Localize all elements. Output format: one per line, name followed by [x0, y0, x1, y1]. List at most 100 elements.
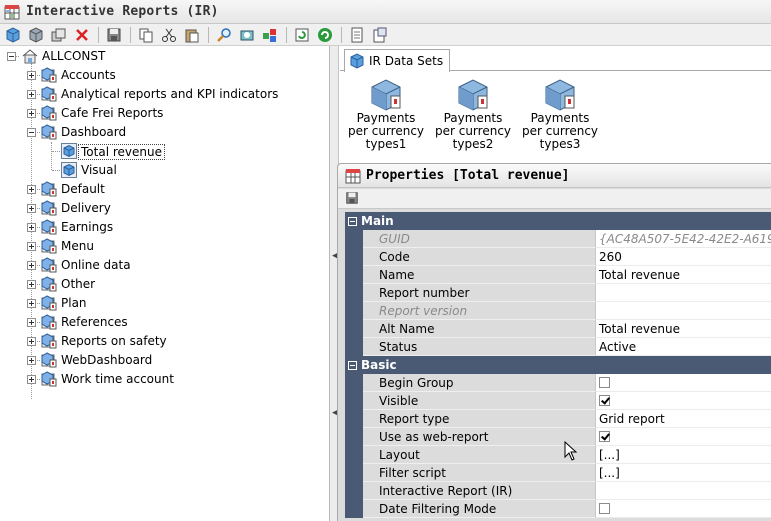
expand-icon[interactable] [27, 242, 36, 251]
report-folder-icon [41, 238, 57, 254]
database-icon[interactable] [26, 25, 46, 45]
category-label: Main [361, 214, 394, 228]
tree-item[interactable]: Menu [0, 237, 329, 256]
toolbar-separator [208, 26, 209, 43]
tree-item[interactable]: Analytical reports and KPI indicators [0, 85, 329, 104]
expand-icon[interactable] [27, 375, 36, 384]
property-value-text: Grid report [599, 411, 665, 426]
row-gutter [345, 230, 363, 248]
tree-item[interactable]: Accounts [0, 66, 329, 85]
report-folder-icon [41, 371, 57, 387]
delete-icon[interactable] [72, 25, 92, 45]
expand-icon[interactable] [27, 71, 36, 80]
expand-icon[interactable] [27, 318, 36, 327]
tree-child-label: Total revenue [78, 144, 165, 160]
copy-db-icon[interactable] [49, 25, 69, 45]
expand-icon[interactable] [27, 299, 36, 308]
save-icon[interactable] [345, 191, 359, 205]
tree-item[interactable]: Earnings [0, 218, 329, 237]
collapse-icon[interactable] [348, 216, 357, 226]
expand-icon[interactable] [27, 90, 36, 99]
report-folder-icon [41, 219, 57, 235]
refresh-icon[interactable] [292, 25, 312, 45]
tree-item[interactable]: Other [0, 275, 329, 294]
property-value[interactable] [595, 500, 771, 518]
tree-item-label: Online data [61, 258, 131, 272]
report-icon[interactable] [347, 25, 367, 45]
row-gutter [345, 302, 363, 320]
dataset-item[interactable]: Payments per currency types3 [518, 78, 602, 151]
sync-icon[interactable] [315, 25, 335, 45]
tree-item[interactable]: Online data [0, 256, 329, 275]
copy-icon[interactable] [136, 25, 156, 45]
expand-icon[interactable] [27, 204, 36, 213]
report-folder-icon [41, 276, 57, 292]
tree-child-item[interactable]: Total revenue [0, 142, 329, 161]
tree-item-label: References [61, 315, 128, 329]
tab-ir-data-sets[interactable]: IR Data Sets [344, 49, 451, 72]
checkbox-checked[interactable] [599, 431, 610, 442]
expand-icon[interactable] [27, 185, 36, 194]
collapse-icon[interactable] [7, 52, 16, 61]
report-folder-icon [41, 124, 57, 140]
checkbox-unchecked[interactable] [599, 503, 610, 514]
save-icon[interactable] [104, 25, 124, 45]
paste-icon[interactable] [182, 25, 202, 45]
tree-item[interactable]: WebDashboard [0, 351, 329, 370]
property-value[interactable] [595, 284, 771, 302]
property-name: Begin Group [363, 374, 595, 392]
right-panel: IR Data Sets Payments per currency types1 P… [337, 46, 771, 521]
property-value[interactable] [595, 374, 771, 392]
expand-icon[interactable] [27, 337, 36, 346]
expand-icon[interactable] [27, 261, 36, 270]
dataset-item[interactable]: Payments per currency types1 [344, 78, 428, 151]
property-value-text: [...] [599, 447, 620, 462]
checkbox-unchecked[interactable] [599, 377, 610, 388]
tree-item[interactable]: Default [0, 180, 329, 199]
tree-item[interactable]: Work time account [0, 370, 329, 389]
report-folder-icon [41, 105, 57, 121]
new-icon[interactable] [3, 25, 23, 45]
collapse-icon[interactable] [27, 128, 36, 137]
property-value[interactable] [595, 392, 771, 410]
category-basic[interactable]: Basic [345, 356, 771, 374]
tree-child-item[interactable]: Visual [0, 161, 329, 180]
property-value[interactable] [595, 482, 771, 500]
find-icon[interactable] [214, 25, 234, 45]
report-folder-icon [41, 86, 57, 102]
checkbox-checked[interactable] [599, 395, 610, 406]
property-value [595, 302, 771, 320]
tree-item[interactable]: References [0, 313, 329, 332]
tree-item[interactable]: Cafe Frei Reports [0, 104, 329, 123]
filter-icon[interactable] [237, 25, 257, 45]
cut-icon[interactable] [159, 25, 179, 45]
tree-item[interactable]: Reports on safety [0, 332, 329, 351]
expand-icon[interactable] [27, 280, 36, 289]
property-value[interactable]: [...] [595, 446, 771, 464]
property-value[interactable]: [...] [595, 464, 771, 482]
expand-icon[interactable] [27, 223, 36, 232]
dataset-item[interactable]: Payments per currency types2 [431, 78, 515, 151]
tree-root-label: ALLCONST [42, 49, 106, 63]
property-row: Code 260 [345, 248, 771, 266]
property-value[interactable]: 260 [595, 248, 771, 266]
property-value[interactable]: Total revenue [595, 266, 771, 284]
export-icon[interactable] [370, 25, 390, 45]
dataset-label: types1 [365, 137, 407, 151]
tree-root[interactable]: ALLCONST [0, 47, 329, 66]
tree-icon[interactable] [260, 25, 280, 45]
property-value[interactable] [595, 428, 771, 446]
properties-header: Properties [Total revenue] [338, 164, 771, 188]
tree-item[interactable]: Plan [0, 294, 329, 313]
collapse-icon[interactable] [348, 360, 357, 370]
tree-item[interactable]: Dashboard [0, 123, 329, 142]
property-name: Layout [363, 446, 595, 464]
row-gutter [345, 338, 363, 356]
category-main[interactable]: Main [345, 212, 771, 230]
expand-icon[interactable] [27, 356, 36, 365]
property-value[interactable]: Grid report [595, 410, 771, 428]
property-value[interactable]: Total revenue [595, 320, 771, 338]
property-value[interactable]: Active [595, 338, 771, 356]
tree-item[interactable]: Delivery [0, 199, 329, 218]
expand-icon[interactable] [27, 109, 36, 118]
